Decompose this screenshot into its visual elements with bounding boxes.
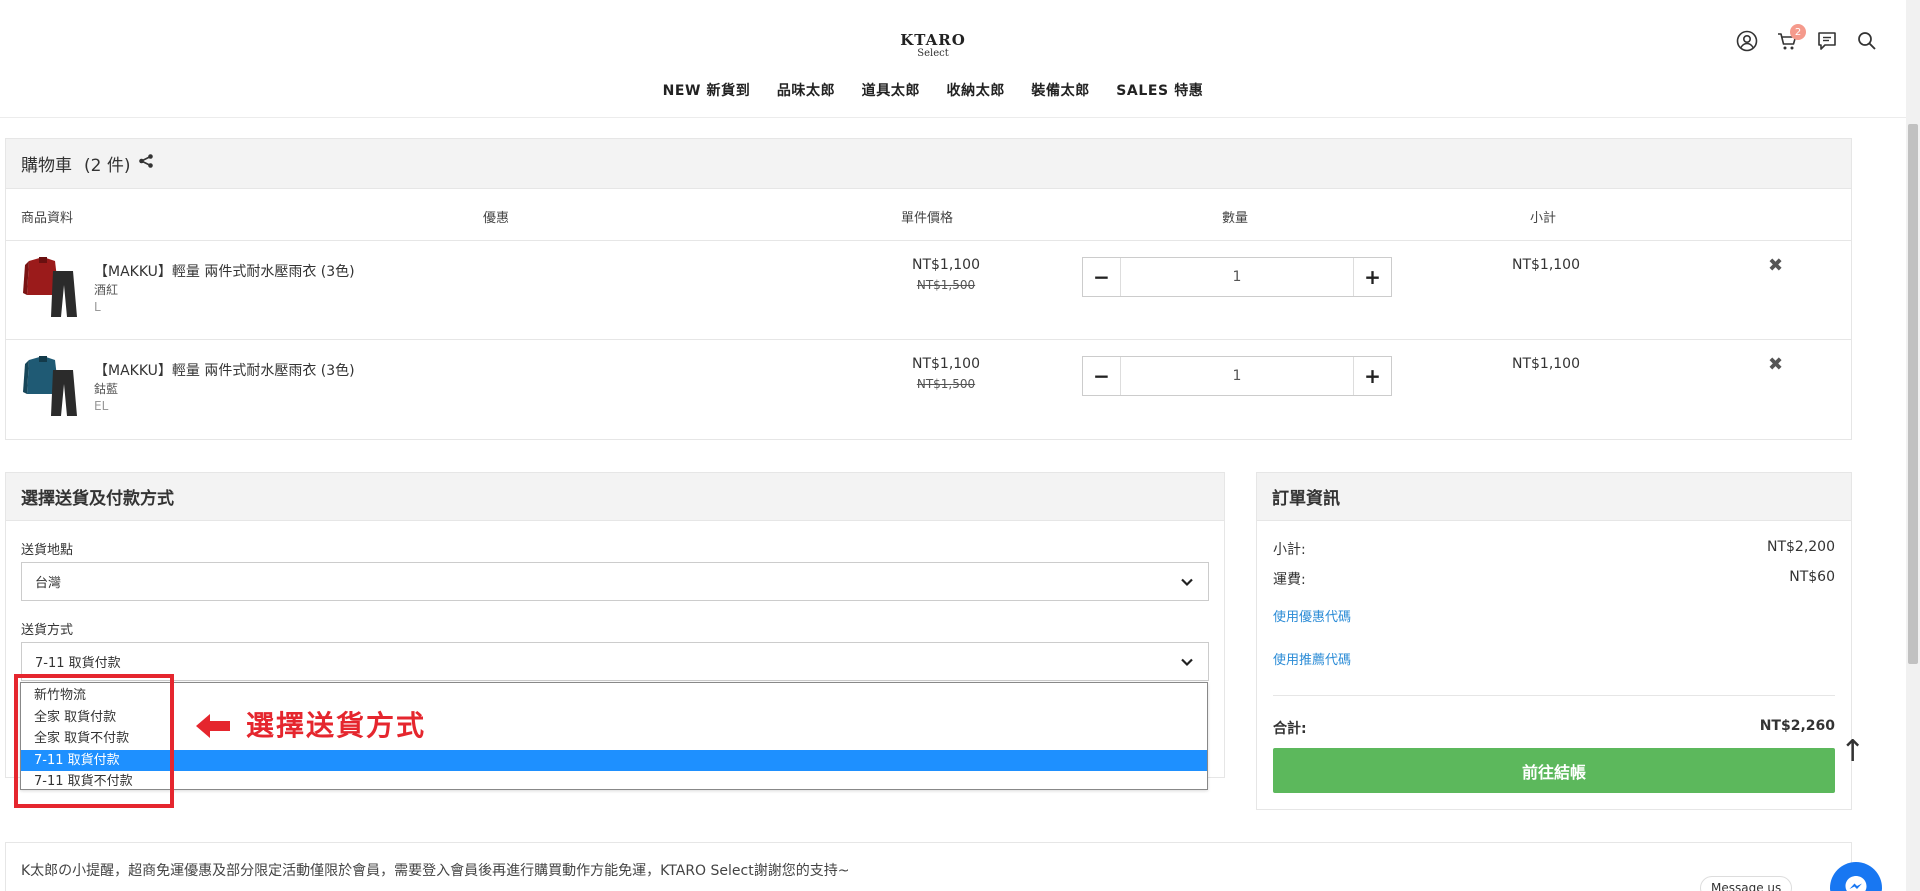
referral-code-link[interactable]: 使用推薦代碼 bbox=[1273, 649, 1351, 668]
subtotal-value: NT$2,200 bbox=[1766, 539, 1835, 555]
order-summary-panel: 訂單資訊 小計: NT$2,200 運費: NT$60 使用優惠代碼 使用推薦代… bbox=[1256, 472, 1852, 810]
cart-count-badge: 2 bbox=[1790, 24, 1806, 40]
cart-item-row: 【MAKKU】輕量 兩件式耐水壓雨衣 (3色) 鈷藍 EL NT$1,100 N… bbox=[6, 340, 1851, 439]
product-variant: 酒紅 bbox=[94, 283, 119, 297]
nav-item-new[interactable]: NEW 新貨到 bbox=[663, 80, 751, 100]
brand-logo[interactable]: KTARO Select bbox=[0, 32, 1866, 59]
order-title: 訂單資訊 bbox=[1257, 473, 1851, 521]
quantity-input[interactable]: 1 bbox=[1121, 258, 1353, 296]
page-scrollbar[interactable] bbox=[1906, 0, 1920, 891]
main-nav: NEW 新貨到 品味太郎 道具太郎 收納太郎 裝備太郎 SALES 特惠 bbox=[0, 80, 1866, 100]
annotation-text: 選擇送貨方式 bbox=[246, 709, 427, 742]
remove-item-icon[interactable]: ✖ bbox=[1768, 354, 1783, 375]
site-header: KTARO Select NEW 新貨到 品味太郎 道具太郎 收納太郎 裝備太郎… bbox=[0, 0, 1920, 118]
product-variant: 鈷藍 bbox=[94, 382, 119, 396]
quantity-input[interactable]: 1 bbox=[1121, 357, 1353, 395]
scrollbar-thumb[interactable] bbox=[1908, 124, 1918, 664]
total-label: 合計: bbox=[1273, 721, 1307, 737]
back-to-top-icon[interactable]: ↑ bbox=[1840, 734, 1865, 769]
col-product: 商品資料 bbox=[21, 211, 74, 226]
quantity-stepper: − 1 + bbox=[1082, 257, 1392, 297]
coupon-code-link[interactable]: 使用優惠代碼 bbox=[1273, 606, 1351, 625]
messenger-label[interactable]: Message us bbox=[1700, 876, 1793, 891]
item-subtotal: NT$1,100 bbox=[1511, 356, 1580, 372]
method-value: 7-11 取貨付款 bbox=[35, 656, 121, 671]
nav-item-gear[interactable]: 裝備太郎 bbox=[1031, 80, 1089, 100]
product-name[interactable]: 【MAKKU】輕量 兩件式耐水壓雨衣 (3色) bbox=[94, 261, 355, 281]
unit-price: NT$1,100 bbox=[911, 257, 980, 273]
chevron-down-icon bbox=[1180, 655, 1194, 673]
product-size: EL bbox=[94, 399, 109, 413]
shipping-option[interactable]: 7-11 取貨不付款 bbox=[21, 771, 1207, 793]
nav-item-sales[interactable]: SALES 特惠 bbox=[1116, 80, 1203, 100]
message-icon[interactable] bbox=[1814, 28, 1840, 54]
cart-count: (2 件) bbox=[84, 156, 131, 176]
col-unit-price: 單件價格 bbox=[901, 211, 954, 226]
search-icon[interactable] bbox=[1854, 28, 1880, 54]
shipping-method-select[interactable]: 7-11 取貨付款 bbox=[21, 642, 1209, 681]
order-divider bbox=[1273, 695, 1835, 696]
shipping-option-selected[interactable]: 7-11 取貨付款 bbox=[21, 749, 1207, 771]
cart-title: 購物車 bbox=[21, 156, 72, 176]
order-shipping-row: 運費: NT$60 bbox=[1273, 569, 1835, 589]
order-subtotal-row: 小計: NT$2,200 bbox=[1273, 539, 1835, 559]
increase-quantity-button[interactable]: + bbox=[1353, 258, 1391, 296]
header-icons: 2 bbox=[1734, 24, 1880, 54]
cart-column-headers: 商品資料 優惠 單件價格 數量 小計 bbox=[6, 189, 1851, 241]
location-value: 台灣 bbox=[35, 576, 62, 591]
col-discount: 優惠 bbox=[483, 211, 510, 226]
original-price: NT$1,500 bbox=[916, 377, 976, 391]
location-select[interactable]: 台灣 bbox=[21, 562, 1209, 601]
member-notice: K太郎の小提醒，超商免運優惠及部分限定活動僅限於會員，需要登入會員後再進行購買動… bbox=[5, 842, 1852, 891]
nav-item-storage[interactable]: 收納太郎 bbox=[947, 80, 1005, 100]
cart-header: 購物車 (2 件) bbox=[6, 139, 1851, 189]
share-icon[interactable] bbox=[138, 153, 154, 174]
shipping-title: 選擇送貨及付款方式 bbox=[6, 473, 1224, 521]
original-price: NT$1,500 bbox=[916, 278, 976, 292]
decrease-quantity-button[interactable]: − bbox=[1083, 258, 1121, 296]
product-thumbnail[interactable] bbox=[21, 255, 83, 321]
nav-item-taste[interactable]: 品味太郎 bbox=[777, 80, 835, 100]
unit-price: NT$1,100 bbox=[911, 356, 980, 372]
brand-sub: Select bbox=[917, 48, 949, 59]
product-thumbnail[interactable] bbox=[21, 354, 83, 420]
chevron-down-icon bbox=[1180, 575, 1194, 593]
user-icon[interactable] bbox=[1734, 28, 1760, 54]
shipping-fee-value: NT$60 bbox=[1789, 569, 1835, 585]
shipping-option[interactable]: 新竹物流 bbox=[21, 685, 1207, 707]
annotation-arrow-icon bbox=[196, 712, 230, 744]
checkout-button[interactable]: 前往結帳 bbox=[1273, 748, 1835, 793]
decrease-quantity-button[interactable]: − bbox=[1083, 357, 1121, 395]
annotation-highlight-box bbox=[14, 674, 174, 808]
subtotal-label: 小計: bbox=[1273, 542, 1306, 558]
nav-item-tools[interactable]: 道具太郎 bbox=[862, 80, 920, 100]
increase-quantity-button[interactable]: + bbox=[1353, 357, 1391, 395]
cart-panel: 購物車 (2 件) 商品資料 優惠 單件價格 數量 小計 【MAKKU】輕量 兩… bbox=[5, 138, 1852, 440]
quantity-stepper: − 1 + bbox=[1082, 356, 1392, 396]
brand-name[interactable]: KTARO bbox=[0, 32, 1866, 48]
item-subtotal: NT$1,100 bbox=[1511, 257, 1580, 273]
cart-item-row: 【MAKKU】輕量 兩件式耐水壓雨衣 (3色) 酒紅 L NT$1,100 NT… bbox=[6, 241, 1851, 340]
total-value: NT$2,260 bbox=[1759, 718, 1835, 734]
product-size: L bbox=[94, 300, 101, 314]
cart-icon[interactable]: 2 bbox=[1774, 24, 1806, 54]
shipping-fee-label: 運費: bbox=[1273, 572, 1306, 588]
product-name[interactable]: 【MAKKU】輕量 兩件式耐水壓雨衣 (3色) bbox=[94, 360, 355, 380]
col-quantity: 數量 bbox=[1222, 211, 1249, 226]
remove-item-icon[interactable]: ✖ bbox=[1768, 255, 1783, 276]
order-total-row: 合計: NT$2,260 bbox=[1273, 718, 1835, 738]
method-label: 送貨方式 bbox=[21, 623, 74, 638]
location-label: 送貨地點 bbox=[21, 543, 74, 558]
col-subtotal: 小計 bbox=[1530, 211, 1557, 226]
